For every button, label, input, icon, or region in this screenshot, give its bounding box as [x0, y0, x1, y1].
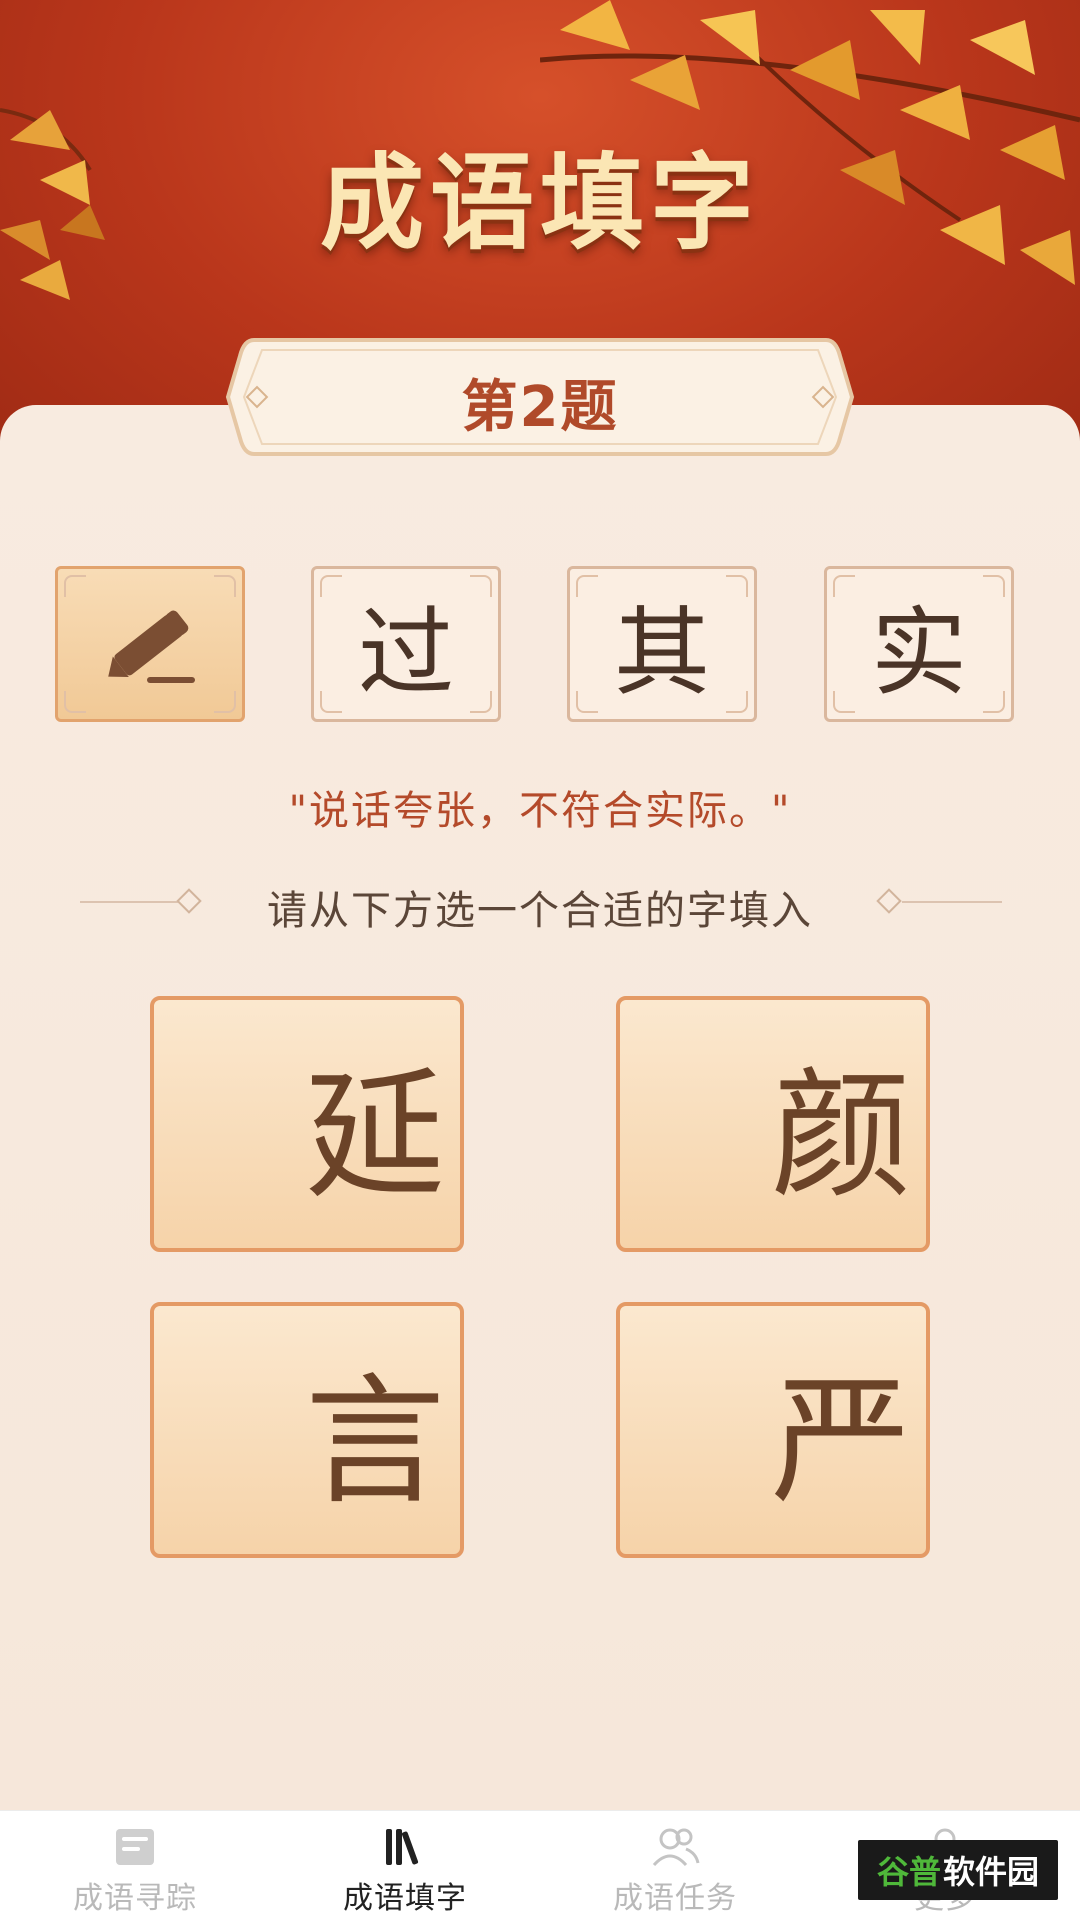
- idiom-char-text: 实: [871, 596, 967, 709]
- option-button-2[interactable]: 颜: [616, 996, 930, 1252]
- idiom-definition: "说话夸张，不符合实际。": [288, 788, 792, 834]
- option-button-3[interactable]: 言: [150, 1302, 464, 1558]
- instruction-text: 请从下方选一个合适的字填入: [267, 888, 813, 934]
- book-icon: [116, 1829, 154, 1865]
- watermark-part1: 谷普: [876, 1853, 941, 1891]
- app-title: 成语填字: [319, 141, 760, 264]
- nav-item-idiom-tasks[interactable]: 成语任务: [540, 1811, 810, 1920]
- option-char: 严: [770, 1361, 911, 1524]
- nav-item-idiom-trace[interactable]: 成语寻踪: [0, 1811, 270, 1920]
- option-char: 言: [304, 1361, 445, 1524]
- question-number: 第2题: [461, 375, 619, 440]
- option-char: 颜: [770, 1055, 911, 1218]
- pencil-icon: [108, 610, 195, 683]
- users-icon: [652, 1828, 700, 1867]
- watermark-logo: 谷普 软件园: [858, 1840, 1058, 1900]
- nav-label: 成语填字: [343, 1881, 467, 1916]
- idiom-char-2: 其: [567, 566, 757, 722]
- option-button-1[interactable]: 延: [150, 996, 464, 1252]
- idiom-char-1: 过: [311, 566, 501, 722]
- idiom-char-text: 过: [358, 596, 454, 709]
- watermark-part2: 软件园: [943, 1853, 1040, 1891]
- question-banner: 第2题: [224, 336, 856, 458]
- books-icon: [386, 1829, 419, 1865]
- idiom-char-3: 实: [824, 566, 1014, 722]
- idiom-char-text: 其: [614, 596, 710, 709]
- option-char: 延: [304, 1055, 445, 1218]
- instruction-row: 请从下方选一个合适的字填入: [0, 872, 1080, 934]
- nav-label: 成语寻踪: [73, 1881, 197, 1916]
- nav-label: 成语任务: [613, 1881, 737, 1916]
- nav-item-idiom-fill[interactable]: 成语填字: [270, 1811, 540, 1920]
- option-button-4[interactable]: 严: [616, 1302, 930, 1558]
- idiom-blank-slot[interactable]: [55, 566, 245, 722]
